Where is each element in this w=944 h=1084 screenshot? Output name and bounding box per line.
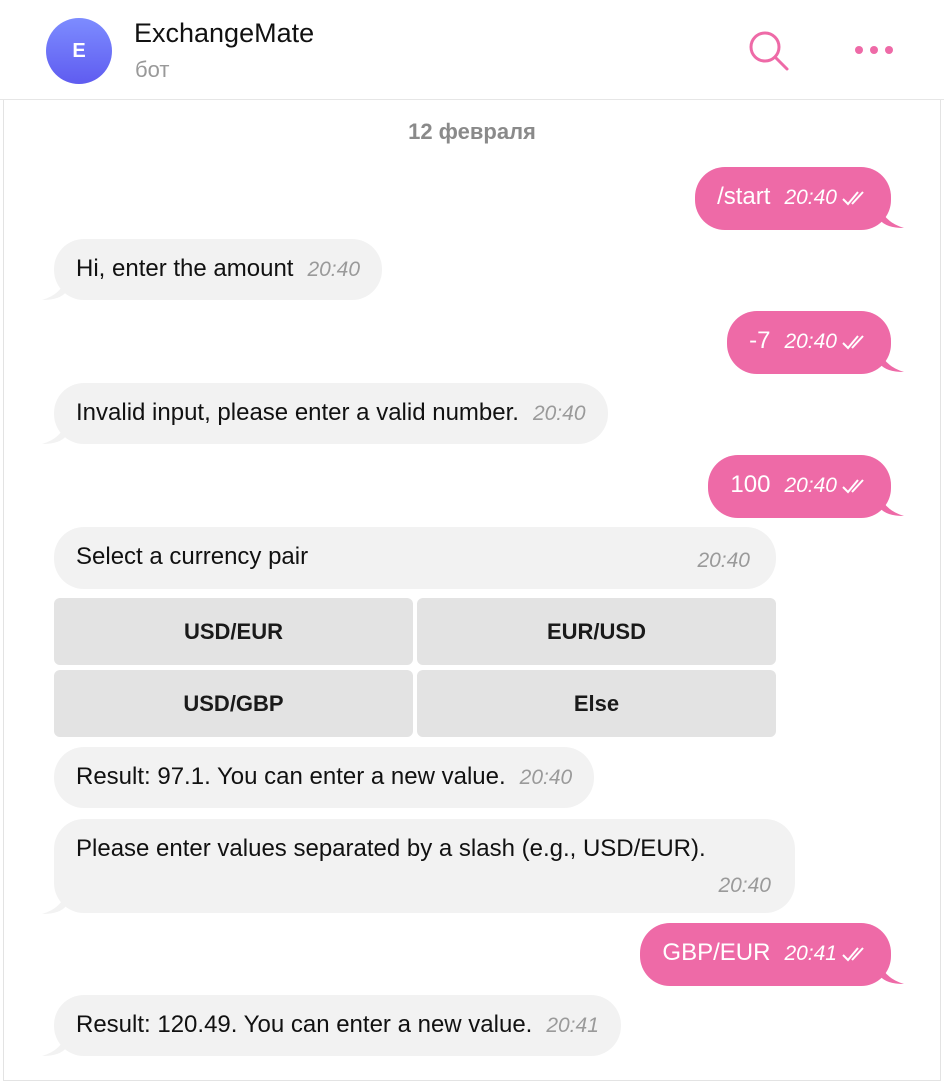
search-icon[interactable] bbox=[744, 26, 794, 76]
message-text: /start bbox=[717, 183, 771, 210]
bubble-tail bbox=[880, 350, 904, 372]
message-time: 20:40 bbox=[532, 402, 586, 425]
keyboard-button-else[interactable]: Else bbox=[417, 670, 776, 737]
bubble-tail bbox=[42, 892, 66, 914]
keyboard-button-eur-usd[interactable]: EUR/USD bbox=[417, 598, 776, 665]
message-text: Result: 97.1. You can enter a new value. bbox=[76, 763, 506, 790]
bubble-tail bbox=[42, 422, 66, 444]
bubble-tail bbox=[42, 278, 66, 300]
message-outgoing[interactable]: 100 20:40 bbox=[708, 455, 891, 518]
message-time: 20:40 bbox=[519, 766, 573, 789]
message-incoming[interactable]: Select a currency pair 20:40 bbox=[54, 527, 776, 589]
message-text: Please enter values separated by a slash… bbox=[76, 835, 706, 862]
bubble-tail bbox=[880, 206, 904, 228]
bubble-tail bbox=[42, 1034, 66, 1056]
message-time: 20:40 bbox=[784, 186, 837, 209]
avatar[interactable]: E bbox=[46, 18, 112, 84]
double-check-icon bbox=[841, 330, 869, 358]
message-text: GBP/EUR bbox=[662, 939, 771, 966]
message-text: Invalid input, please enter a valid numb… bbox=[76, 399, 519, 426]
message-time: 20:40 bbox=[784, 474, 837, 497]
message-time: 20:40 bbox=[718, 874, 771, 897]
message-time: 20:40 bbox=[784, 330, 837, 353]
keyboard-button-usd-eur[interactable]: USD/EUR bbox=[54, 598, 413, 665]
more-dots-icon[interactable] bbox=[850, 36, 898, 64]
message-incoming[interactable]: Result: 120.49. You can enter a new valu… bbox=[54, 995, 621, 1056]
chat-title[interactable]: ExchangeMate bbox=[134, 18, 314, 49]
keyboard-button-usd-gbp[interactable]: USD/GBP bbox=[54, 670, 413, 737]
chat-header: E ExchangeMate бот bbox=[0, 0, 944, 100]
double-check-icon bbox=[841, 942, 869, 970]
message-text: Hi, enter the amount bbox=[76, 255, 294, 282]
chat-subtitle: бот bbox=[135, 57, 170, 82]
message-incoming[interactable]: Invalid input, please enter a valid numb… bbox=[54, 383, 608, 444]
message-text: -7 bbox=[749, 327, 771, 354]
message-time: 20:41 bbox=[784, 942, 837, 965]
message-text: Result: 120.49. You can enter a new valu… bbox=[76, 1011, 533, 1038]
bubble-tail bbox=[880, 494, 904, 516]
message-outgoing[interactable]: GBP/EUR 20:41 bbox=[640, 923, 891, 986]
message-time: 20:41 bbox=[546, 1014, 599, 1037]
double-check-icon bbox=[841, 474, 869, 502]
message-text: Select a currency pair bbox=[76, 543, 309, 570]
message-text: 100 bbox=[730, 471, 771, 498]
message-incoming[interactable]: Please enter values separated by a slash… bbox=[54, 819, 795, 913]
message-incoming[interactable]: Hi, enter the amount 20:40 bbox=[54, 239, 383, 300]
double-check-icon bbox=[841, 186, 869, 214]
message-outgoing[interactable]: /start 20:40 bbox=[695, 167, 891, 230]
message-outgoing[interactable]: -7 20:40 bbox=[727, 311, 891, 374]
message-time: 20:40 bbox=[307, 258, 361, 281]
date-separator: 12 февраля bbox=[408, 119, 536, 144]
message-incoming[interactable]: Result: 97.1. You can enter a new value.… bbox=[54, 747, 595, 808]
bubble-tail bbox=[880, 962, 904, 984]
message-time: 20:40 bbox=[697, 549, 750, 572]
